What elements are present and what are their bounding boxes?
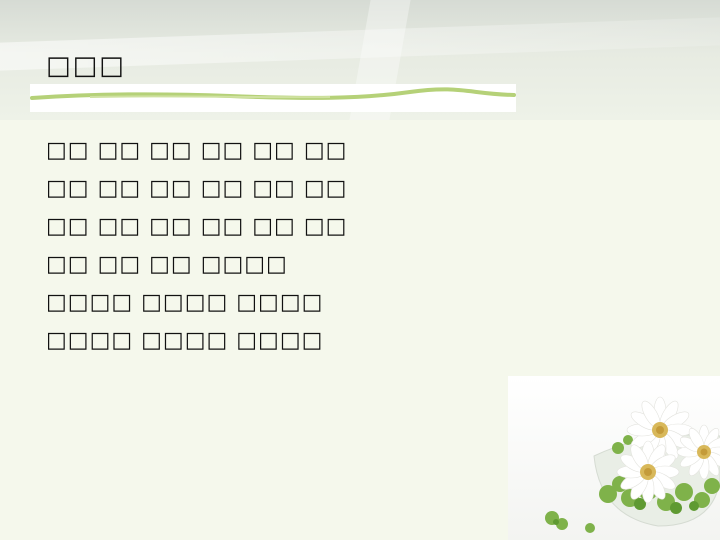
brush-stroke-icon [30,87,516,100]
text-line: □□ □□ □□ □□ □□ □□ [46,214,348,239]
slide-title: □□□ [46,51,126,81]
body-text: □□ □□ □□ □□ □□ □□ □□ □□ □□ □□ □□ □□ □□ □… [46,136,347,364]
decorative-image [508,376,720,540]
title-underline [30,84,516,112]
text-line: □□ □□ □□ □□□□ [46,252,288,277]
text-line: □□□□ □□□□ □□□□ [46,290,324,315]
text-line: □□□□ □□□□ □□□□ [46,328,324,353]
text-line: □□ □□ □□ □□ □□ □□ [46,138,348,163]
text-line: □□ □□ □□ □□ □□ □□ [46,176,348,201]
daisy-bowl-icon [545,396,720,533]
slide: □□□ □□ □□ □□ □□ □□ □□ □□ □□ □□ □□ □□ □□ … [0,0,720,540]
